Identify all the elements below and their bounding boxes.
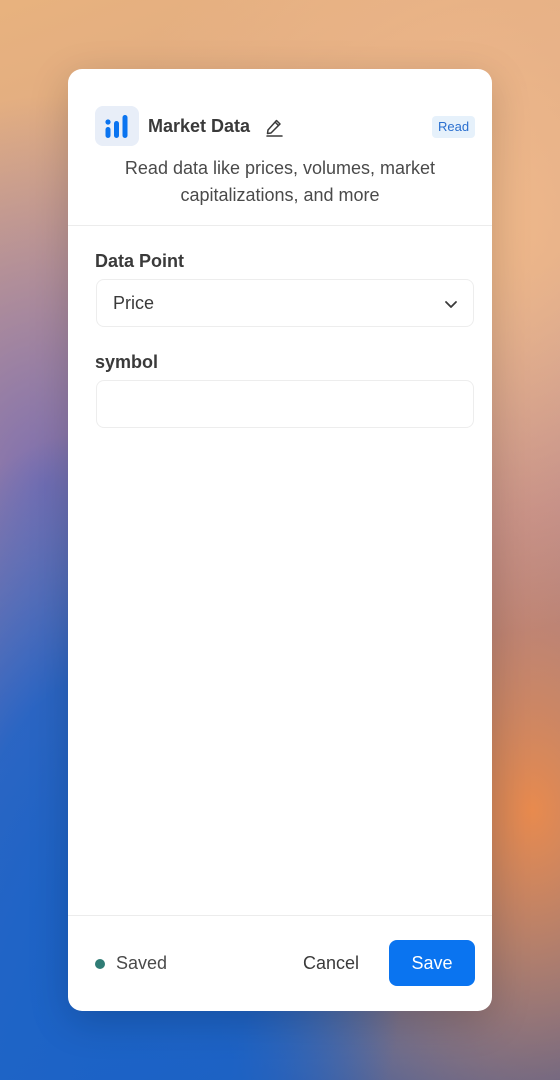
symbol-input[interactable] [96, 380, 474, 428]
cancel-button[interactable]: Cancel [292, 940, 370, 986]
data-point-select[interactable]: Price [96, 279, 474, 327]
market-data-dialog: Market Data Read Read data like prices, … [68, 69, 492, 1011]
pencil-edit-icon[interactable] [264, 117, 284, 137]
save-status-text: Saved [116, 953, 168, 973]
chevron-down-icon [445, 301, 457, 308]
app-description: Read data like prices, volumes, market c… [124, 158, 436, 205]
data-point-label: Data Point [95, 251, 185, 271]
save-button[interactable]: Save [389, 940, 475, 986]
data-point-selected-value: Price [113, 292, 155, 313]
app-title: Market Data [148, 116, 251, 136]
symbol-label: symbol [95, 352, 159, 372]
bar-chart-icon [95, 106, 139, 146]
status-indicator-dot [95, 959, 105, 969]
permission-badge: Read [432, 116, 476, 138]
dialog-footer: Saved Cancel Save [68, 915, 492, 1011]
dialog-header: Market Data Read Read data like prices, … [68, 69, 492, 226]
